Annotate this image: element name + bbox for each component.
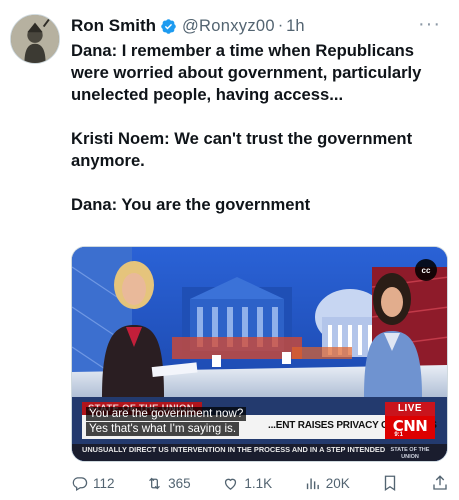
tweet[interactable]: Ron Smith @Ronxyz00 · 1h ··· Dana: I rem… [0, 0, 459, 500]
separator: · [277, 17, 284, 34]
like-icon [225, 478, 237, 490]
tweet-header: Ron Smith @Ronxyz00 · 1h ··· [71, 14, 449, 38]
views-button[interactable]: 20K [304, 475, 350, 492]
captions-button[interactable]: cc [415, 259, 437, 281]
tweet-paragraph: Dana: You are the government [71, 195, 311, 214]
network-tag: STATE OF THE UNION [385, 444, 435, 461]
bookmark-button[interactable] [381, 474, 399, 492]
network-logo: CNN [385, 416, 435, 439]
author-name[interactable]: Ron Smith [71, 16, 156, 36]
like-button[interactable]: 1.1K [222, 475, 272, 492]
repost-button[interactable]: 365 [146, 475, 191, 492]
share-icon [433, 475, 447, 490]
video-player[interactable]: cc STATE OF THE UNION ...ENT RAISES PRIV… [71, 246, 448, 462]
subtitle-line: Yes that's what I'm saying is. [86, 422, 240, 436]
repost-icon [149, 477, 161, 489]
view-count: 20K [325, 475, 350, 491]
avatar[interactable] [10, 14, 60, 64]
clock-text: 9:1 [394, 432, 403, 438]
reply-count: 112 [93, 475, 115, 491]
avatar-image [11, 15, 59, 63]
live-badge: LIVE [385, 402, 435, 416]
repost-count: 365 [168, 475, 191, 491]
timestamp[interactable]: 1h [286, 17, 304, 36]
action-bar: 112 365 1.1K 20K [71, 471, 449, 495]
like-count: 1.1K [244, 475, 273, 491]
reply-button[interactable]: 112 [71, 475, 115, 492]
bookmark-icon [385, 475, 396, 492]
author-handle[interactable]: @Ronxyz00 [182, 17, 275, 36]
views-icon [306, 478, 319, 489]
tweet-text: Dana: I remember a time when Republicans… [71, 40, 443, 216]
more-icon[interactable]: ··· [418, 14, 441, 38]
verified-badge-icon [161, 18, 176, 34]
share-button[interactable] [431, 474, 449, 492]
reply-icon [72, 476, 88, 491]
subtitle-line: You are the government now? [86, 407, 247, 421]
tweet-paragraph: Dana: I remember a time when Republicans… [71, 41, 422, 104]
tweet-paragraph: Kristi Noem: We can't trust the governme… [71, 129, 413, 170]
